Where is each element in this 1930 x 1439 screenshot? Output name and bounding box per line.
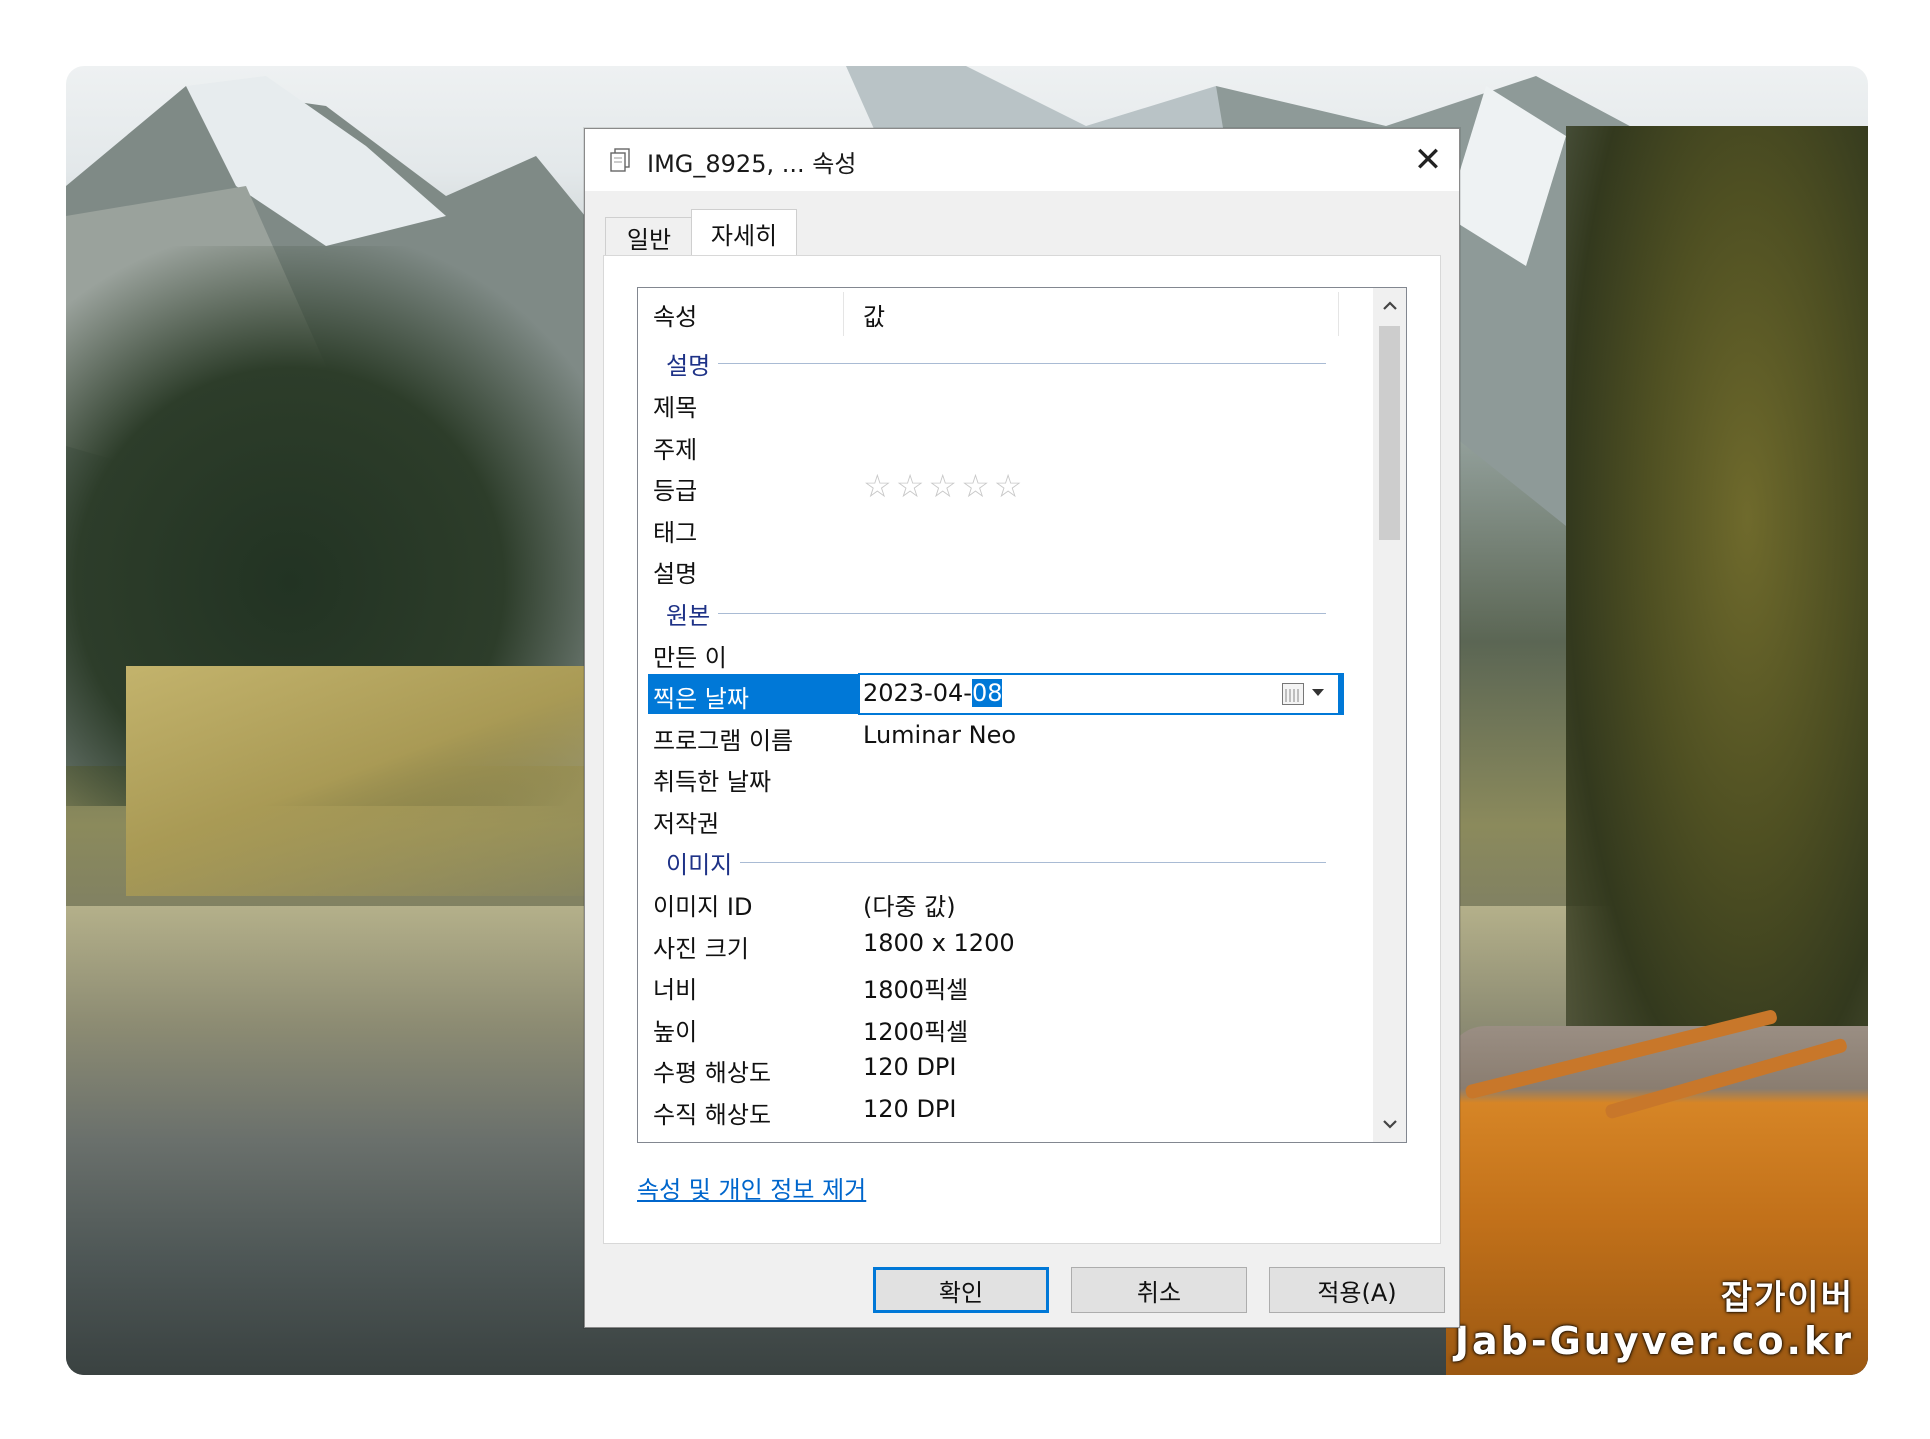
property-row-date-acquired[interactable]: 취득한 날짜	[638, 756, 1371, 798]
property-row-date-taken[interactable]: 찍은 날짜 2023-04-08	[638, 673, 1371, 715]
group-label: 이미지	[666, 845, 741, 880]
property-row-tags[interactable]: 태그	[638, 507, 1371, 549]
date-taken-editor[interactable]: 2023-04-08	[858, 673, 1344, 715]
property-key: 설명	[653, 560, 698, 588]
property-value: 1200픽셀	[863, 1017, 969, 1046]
property-row-title[interactable]: 제목	[638, 382, 1371, 424]
property-row-subject[interactable]: 주제	[638, 424, 1371, 466]
property-key: 높이	[653, 1017, 698, 1046]
property-row-rating[interactable]: 등급 ☆☆☆☆☆	[638, 465, 1371, 507]
property-row-copyright[interactable]: 저작권	[638, 798, 1371, 840]
property-key: 수평 해상도	[653, 1059, 772, 1087]
property-row-dimensions[interactable]: 사진 크기 1800 x 1200	[638, 923, 1371, 965]
property-key: 찍은 날짜	[653, 685, 749, 713]
property-value: (다중 값)	[863, 893, 956, 921]
forest-right	[1566, 126, 1868, 1106]
title-bar[interactable]: IMG_8925, ... 속성 ✕	[585, 129, 1459, 191]
group-divider	[666, 862, 1326, 863]
watermark-text-korean: 잡가이버	[1720, 1278, 1854, 1318]
property-key: 태그	[653, 518, 698, 547]
tab-general[interactable]: 일반	[605, 217, 693, 256]
property-key: 프로그램 이름	[653, 726, 794, 755]
scroll-up-button[interactable]	[1373, 288, 1406, 324]
scroll-down-button[interactable]	[1373, 1106, 1406, 1142]
column-divider[interactable]	[1338, 292, 1339, 336]
list-header: 속성 값	[638, 288, 1371, 340]
chevron-up-icon	[1382, 301, 1397, 310]
column-header-property[interactable]: 속성	[653, 288, 843, 340]
property-row-comments[interactable]: 설명	[638, 548, 1371, 590]
apply-button[interactable]: 적용(A)	[1269, 1267, 1445, 1313]
property-value[interactable]: Luminar Neo	[863, 721, 1016, 749]
scroll-thumb[interactable]	[1379, 326, 1400, 540]
property-key: 저작권	[653, 809, 720, 838]
file-properties-icon	[610, 148, 630, 172]
column-header-value[interactable]: 값	[863, 288, 1343, 340]
property-row-vertical-resolution[interactable]: 수직 해상도 120 DPI	[638, 1089, 1371, 1131]
property-row-program-name[interactable]: 프로그램 이름 Luminar Neo	[638, 715, 1371, 757]
group-header-origin: 원본	[638, 590, 1371, 632]
property-key: 사진 크기	[653, 934, 749, 963]
group-divider	[666, 363, 1326, 364]
properties-dialog: IMG_8925, ... 속성 ✕ 일반 자세히 속성 값 설명 제목 주제 …	[584, 128, 1460, 1328]
property-row-height[interactable]: 높이 1200픽셀	[638, 1006, 1371, 1048]
calendar-icon[interactable]	[1282, 683, 1304, 705]
chevron-down-icon[interactable]	[1312, 689, 1324, 696]
property-row-width[interactable]: 너비 1800픽셀	[638, 964, 1371, 1006]
property-value: 120 DPI	[863, 1053, 957, 1081]
date-prefix: 2023-04-	[863, 679, 972, 707]
close-icon: ✕	[1413, 140, 1443, 180]
property-key: 등급	[653, 477, 698, 505]
property-key: 수직 해상도	[653, 1100, 772, 1129]
property-row-authors[interactable]: 만든 이	[638, 632, 1371, 674]
details-panel: 속성 값 설명 제목 주제 등급 ☆☆☆☆☆ 태그 설명 원본 만든 이 찍은 …	[603, 255, 1441, 1244]
vertical-scrollbar[interactable]	[1373, 288, 1406, 1142]
property-value: 1800 x 1200	[863, 928, 1015, 957]
property-key: 이미지 ID	[653, 893, 753, 921]
property-row-horizontal-resolution[interactable]: 수평 해상도 120 DPI	[638, 1047, 1371, 1089]
property-key: 제목	[653, 394, 698, 422]
property-rows: 설명 제목 주제 등급 ☆☆☆☆☆ 태그 설명 원본 만든 이 찍은 날짜 20…	[638, 340, 1371, 1130]
date-value[interactable]: 2023-04-08	[863, 679, 1003, 707]
property-list: 속성 값 설명 제목 주제 등급 ☆☆☆☆☆ 태그 설명 원본 만든 이 찍은 …	[637, 287, 1407, 1143]
group-label: 원본	[666, 595, 719, 631]
meadow	[126, 666, 646, 896]
column-divider[interactable]	[843, 292, 844, 336]
group-header-image: 이미지	[638, 839, 1371, 881]
chevron-down-icon	[1382, 1120, 1397, 1129]
property-row-image-id[interactable]: 이미지 ID (다중 값)	[638, 881, 1371, 923]
ok-button[interactable]: 확인	[873, 1267, 1049, 1313]
cancel-button[interactable]: 취소	[1071, 1267, 1247, 1313]
group-header-description: 설명	[638, 340, 1371, 382]
rating-stars[interactable]: ☆☆☆☆☆	[863, 467, 1026, 505]
remove-properties-link[interactable]: 속성 및 개인 정보 제거	[637, 1170, 866, 1205]
group-label: 설명	[666, 346, 719, 381]
group-divider	[666, 612, 1326, 614]
watermark-text-url: Jab-Guyver.co.kr	[1454, 1319, 1854, 1363]
date-selected-part: 08	[971, 679, 1003, 707]
property-value: 120 DPI	[863, 1094, 957, 1123]
close-button[interactable]: ✕	[1397, 129, 1459, 191]
dialog-title: IMG_8925, ... 속성	[647, 150, 857, 178]
tab-details[interactable]: 자세히	[691, 209, 797, 256]
property-value: 1800픽셀	[863, 976, 969, 1004]
property-key: 너비	[653, 976, 698, 1004]
watermark: 잡가이버 Jab-Guyver.co.kr	[1455, 1270, 1854, 1363]
property-key: 취득한 날짜	[653, 768, 772, 796]
property-key: 주제	[653, 435, 698, 464]
property-key: 만든 이	[653, 643, 727, 672]
